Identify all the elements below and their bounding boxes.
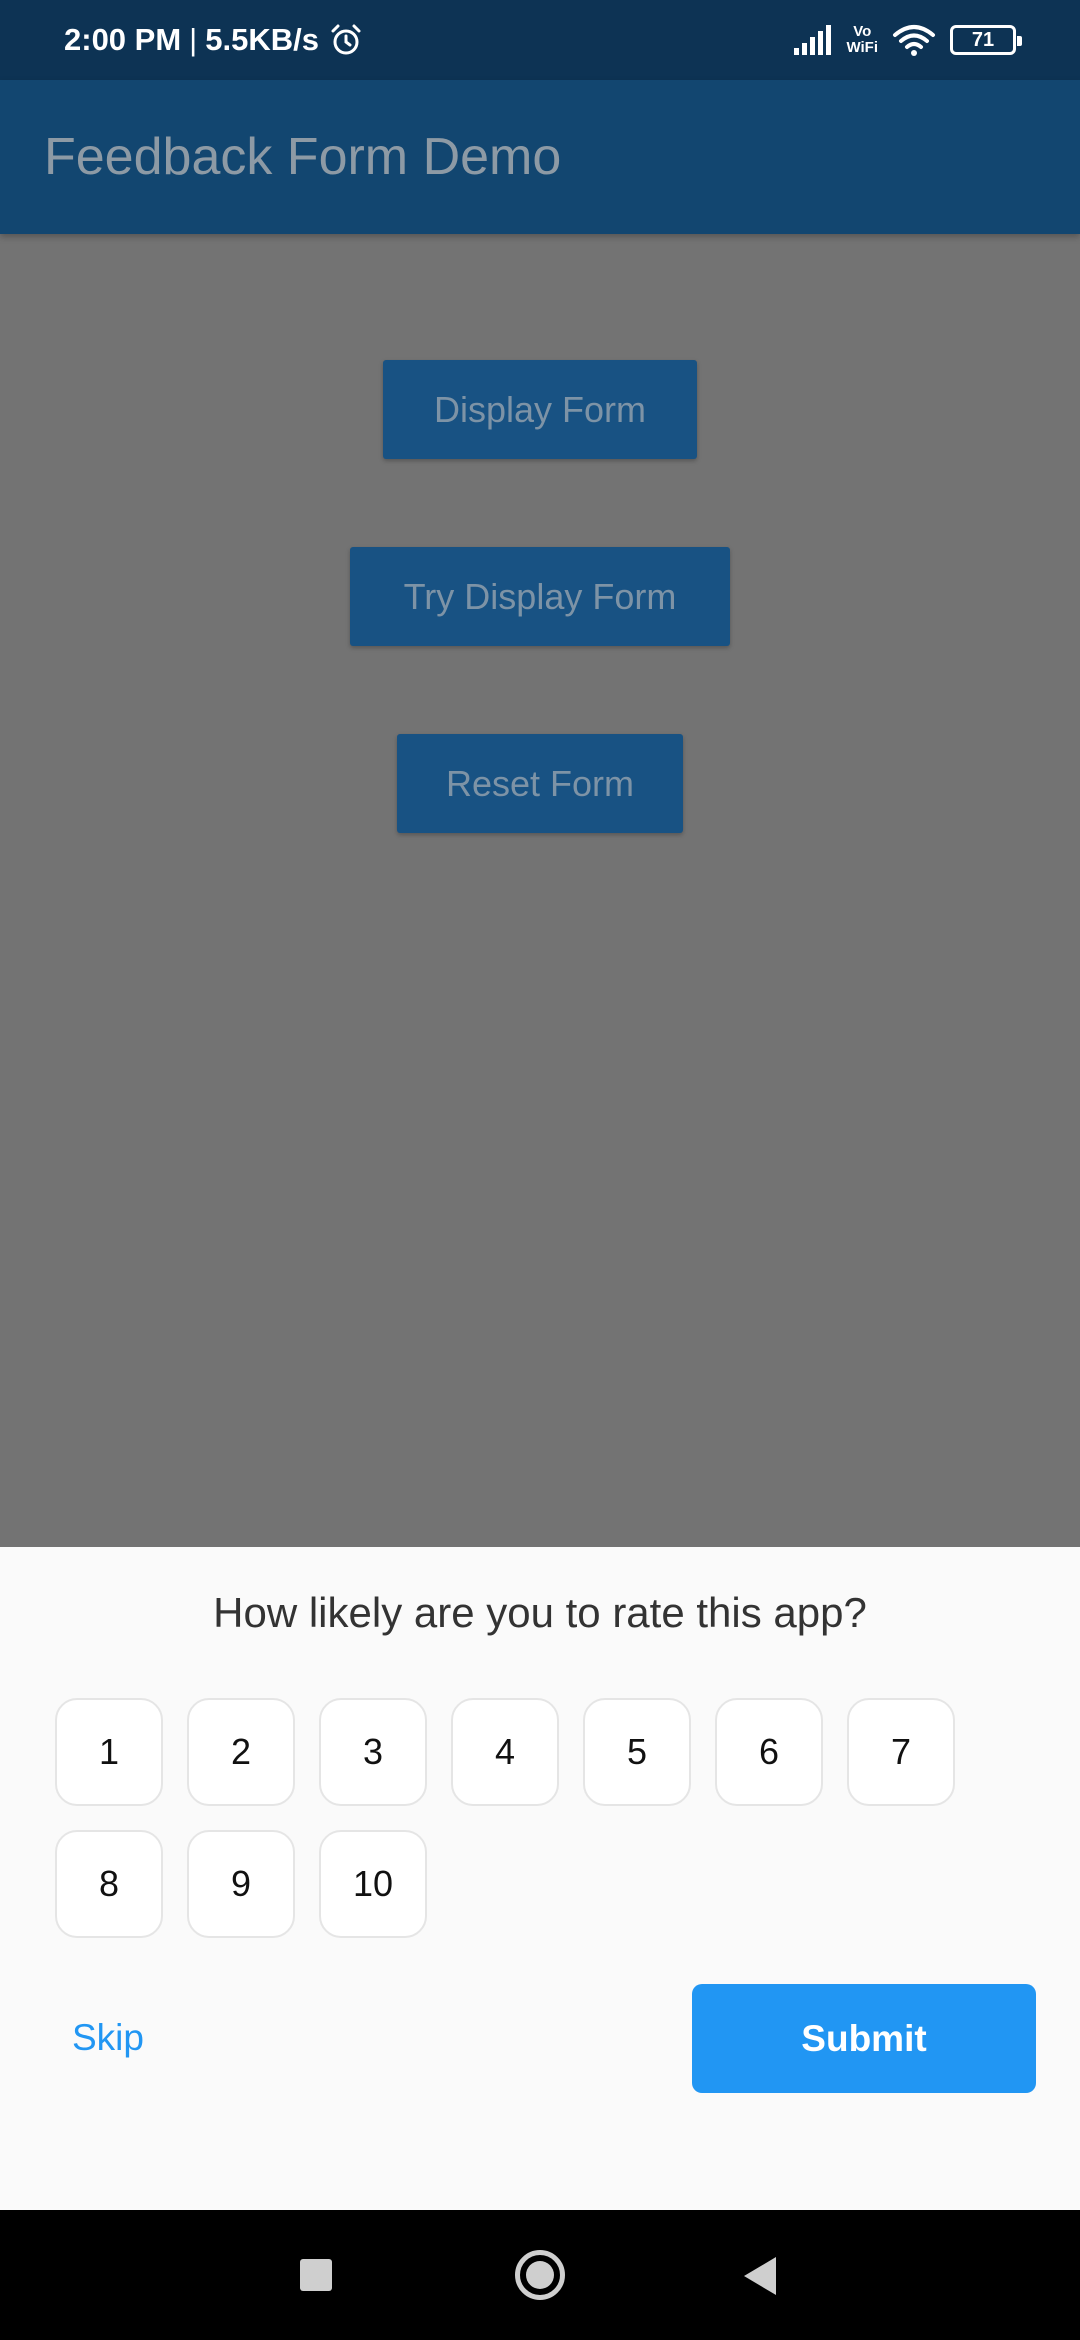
try-display-form-button[interactable]: Try Display Form	[350, 547, 730, 646]
alarm-icon	[331, 24, 361, 55]
recents-icon[interactable]	[300, 2259, 332, 2291]
feedback-bottom-sheet: How likely are you to rate this app? 1 2…	[0, 1547, 1080, 2210]
signal-icon	[794, 25, 832, 55]
reset-form-button[interactable]: Reset Form	[397, 734, 683, 833]
vowifi-indicator: Vo WiFi	[846, 24, 878, 56]
rating-question: How likely are you to rate this app?	[213, 1589, 867, 1636]
display-form-button[interactable]: Display Form	[383, 360, 697, 459]
back-icon[interactable]	[744, 2257, 776, 2295]
rating-option-7[interactable]: 7	[847, 1698, 955, 1806]
rating-option-10[interactable]: 10	[319, 1830, 427, 1938]
rating-option-5[interactable]: 5	[583, 1698, 691, 1806]
status-bar: 2:00 PM | 5.5KB/s Vo WiFi 71	[0, 0, 1080, 80]
status-separator: |	[189, 22, 198, 57]
network-speed: 5.5KB/s	[205, 22, 319, 57]
app-bar: Feedback Form Demo	[0, 80, 1080, 234]
submit-button[interactable]: Submit	[692, 1984, 1036, 2093]
rating-option-6[interactable]: 6	[715, 1698, 823, 1806]
vowifi-bottom: WiFi	[846, 39, 878, 56]
home-icon[interactable]	[515, 2250, 565, 2300]
rating-option-8[interactable]: 8	[55, 1830, 163, 1938]
wifi-icon	[893, 25, 935, 56]
battery-level: 71	[971, 28, 995, 51]
rating-option-1[interactable]: 1	[55, 1698, 163, 1806]
skip-button[interactable]: Skip	[72, 2017, 144, 2059]
rating-option-3[interactable]: 3	[319, 1698, 427, 1806]
status-time: 2:00 PM	[64, 22, 182, 57]
vowifi-top: Vo	[853, 23, 872, 40]
rating-options: 1 2 3 4 5 6 7 8 9 10	[55, 1698, 985, 1938]
rating-option-4[interactable]: 4	[451, 1698, 559, 1806]
status-left: 2:00 PM | 5.5KB/s	[64, 22, 363, 58]
app-title: Feedback Form Demo	[44, 128, 562, 186]
status-right: Vo WiFi 71	[792, 23, 1022, 57]
navigation-bar	[0, 2210, 1080, 2340]
battery-icon: 71	[950, 25, 1022, 55]
rating-option-9[interactable]: 9	[187, 1830, 295, 1938]
rating-option-2[interactable]: 2	[187, 1698, 295, 1806]
